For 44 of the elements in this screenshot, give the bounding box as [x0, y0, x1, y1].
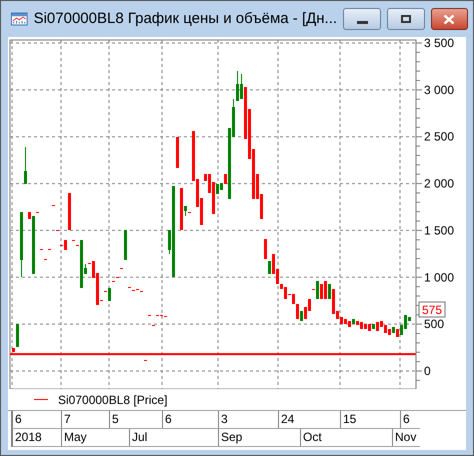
candlestick — [300, 310, 303, 322]
maximize-button[interactable] — [387, 8, 425, 30]
candlestick — [284, 286, 287, 300]
candlestick — [236, 70, 239, 102]
date-cell: 6 — [162, 411, 218, 428]
date-cell: 5 — [109, 411, 162, 428]
date-cell: 6 — [12, 411, 61, 428]
window-title: Si070000BL8 График цены и объёма - [Дн... — [34, 8, 338, 29]
axis-label: 2 500 — [424, 130, 454, 144]
last-price-label: 575 — [418, 302, 446, 318]
date-cell: 24 — [278, 411, 340, 428]
axis-label: 0 — [424, 364, 431, 378]
candlestick — [324, 280, 327, 300]
minimize-button[interactable] — [343, 8, 382, 30]
date-cell: 6 — [400, 411, 419, 428]
axis-label: 1 000 — [424, 270, 454, 284]
close-icon — [443, 14, 456, 24]
axis-label: 3 500 — [424, 37, 454, 50]
date-cell: Oct — [300, 429, 392, 446]
candlestick — [184, 206, 187, 216]
date-cell: 15 — [340, 411, 400, 428]
date-cell: Jul — [129, 429, 218, 446]
candlestick — [16, 324, 19, 348]
date-cell: Nov — [392, 429, 419, 446]
candlestick — [320, 283, 323, 300]
axis-label: 2 000 — [424, 176, 454, 191]
candlestick — [216, 184, 219, 194]
date-cell: 2018 — [12, 429, 61, 446]
chart-app-icon — [11, 12, 28, 26]
candlestick — [108, 288, 111, 302]
candlestick — [328, 283, 331, 300]
axis-label: 3 000 — [424, 82, 454, 97]
candlestick — [296, 304, 299, 320]
legend-label: Si070000BL8 [Price] — [58, 392, 168, 408]
date-cell: May — [61, 429, 129, 446]
close-button[interactable] — [430, 8, 468, 30]
candlestick — [240, 73, 243, 100]
date-cell: 7 — [61, 411, 109, 428]
date-cell: 3 — [218, 411, 278, 428]
axis-label: 500 — [424, 317, 444, 332]
candlestick — [24, 146, 27, 185]
candlestick — [316, 280, 319, 300]
axis-label: 1 500 — [424, 223, 454, 238]
date-cell: Sep — [218, 429, 300, 446]
